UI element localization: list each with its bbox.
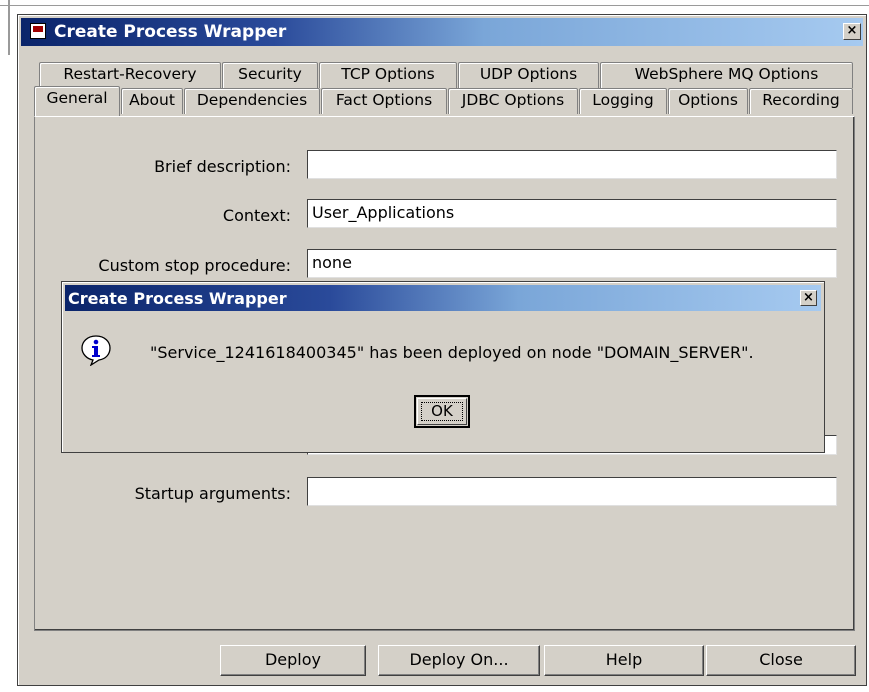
deploy-confirmation-dialog: Create Process Wrapper × "Service_124161… [61, 281, 825, 453]
outer-frame-left [8, 0, 10, 55]
tab-about[interactable]: About [121, 88, 183, 114]
tab-general[interactable]: General [34, 86, 120, 116]
tab-logging[interactable]: Logging [579, 88, 667, 114]
tab-fact-options[interactable]: Fact Options [321, 88, 447, 114]
tab-security[interactable]: Security [222, 62, 318, 88]
info-icon [81, 335, 111, 366]
custom-stop-procedure-label: Custom stop procedure: [98, 256, 291, 275]
deploy-button[interactable]: Deploy [220, 645, 366, 676]
startup-arguments-label: Startup arguments: [134, 484, 291, 503]
tab-tcp-options[interactable]: TCP Options [319, 62, 457, 88]
window-title: Create Process Wrapper [54, 22, 287, 42]
deploy-on-button[interactable]: Deploy On... [378, 645, 540, 676]
window-close-button[interactable]: × [843, 23, 861, 40]
outer-frame-top [0, 5, 869, 6]
tab-recording[interactable]: Recording [749, 88, 853, 114]
context-label: Context: [222, 206, 291, 225]
ok-button-label: OK [421, 402, 463, 421]
context-input[interactable]: User_Applications [307, 199, 837, 228]
dialog-titlebar[interactable]: Create Process Wrapper × [65, 285, 821, 311]
brief-description-input[interactable] [307, 150, 837, 179]
tab-udp-options[interactable]: UDP Options [458, 62, 599, 88]
brief-description-label: Brief description: [154, 157, 291, 176]
tab-dependencies[interactable]: Dependencies [184, 88, 320, 114]
app-icon [30, 23, 46, 39]
dialog-close-button[interactable]: × [800, 290, 817, 306]
custom-stop-procedure-input[interactable]: none [307, 249, 837, 278]
ok-button[interactable]: OK [414, 395, 470, 428]
tab-restart-recovery[interactable]: Restart-Recovery [39, 62, 221, 88]
tab-options[interactable]: Options [668, 88, 748, 114]
startup-arguments-input[interactable] [307, 477, 837, 506]
dialog-message: "Service_1241618400345" has been deploye… [150, 343, 754, 362]
close-button[interactable]: Close [706, 645, 856, 676]
tab-websphere-mq-options[interactable]: WebSphere MQ Options [600, 62, 853, 88]
tab-jdbc-options[interactable]: JDBC Options [448, 88, 578, 114]
dialog-title: Create Process Wrapper [68, 289, 287, 308]
window-titlebar[interactable]: Create Process Wrapper × [21, 18, 863, 46]
help-button[interactable]: Help [544, 645, 704, 676]
